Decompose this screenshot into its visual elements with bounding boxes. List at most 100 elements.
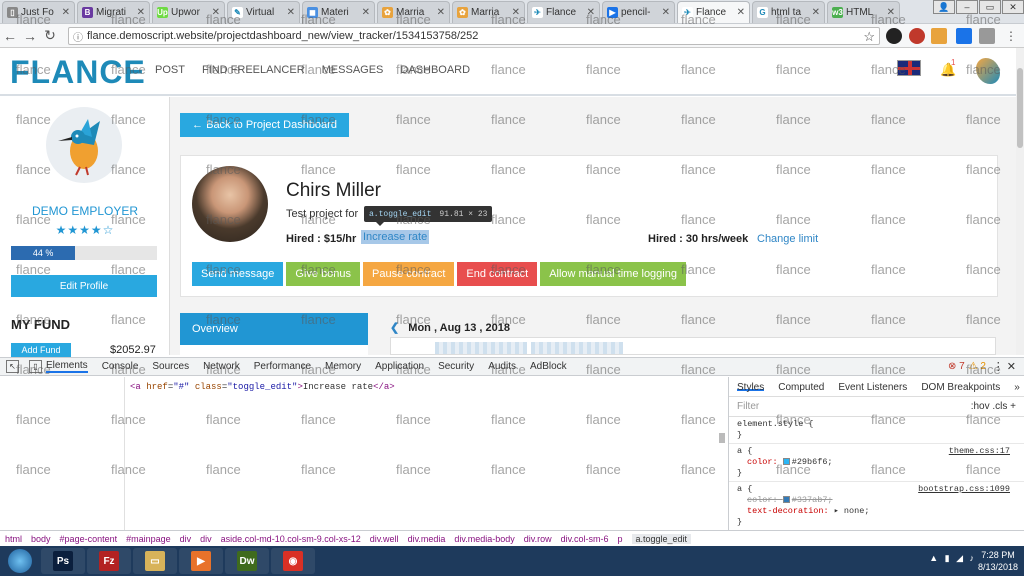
taskbar-app[interactable]: ▭ bbox=[133, 548, 177, 574]
browser-tab[interactable]: w3 HTML ✕ bbox=[827, 1, 900, 23]
color-swatch[interactable] bbox=[782, 496, 790, 504]
breadcrumb-item[interactable]: div bbox=[200, 534, 212, 544]
bookmark-star-icon[interactable]: ☆ bbox=[863, 29, 875, 45]
device-toggle-icon[interactable]: ▯ bbox=[29, 360, 42, 373]
inspect-icon[interactable]: ↖ bbox=[6, 360, 19, 373]
tab-close-icon[interactable]: ✕ bbox=[437, 7, 445, 18]
back-icon[interactable]: ← bbox=[0, 28, 20, 44]
css-rule[interactable]: a {theme.css:17 color: #29b6f6;} bbox=[729, 444, 1024, 482]
devtools-tab-application[interactable]: Application bbox=[375, 361, 424, 372]
breadcrumb-item[interactable]: body bbox=[31, 534, 51, 544]
taskbar-app[interactable]: Ps bbox=[41, 548, 85, 574]
browser-tab[interactable]: ✿ Marria ✕ bbox=[452, 1, 525, 23]
css-rule[interactable]: a {bootstrap.css:1099 color: #337ab7; text… bbox=[729, 482, 1024, 531]
extension-icon-2[interactable] bbox=[909, 28, 925, 44]
css-rule[interactable]: element.style {} bbox=[729, 417, 1024, 444]
devtools-tab-audits[interactable]: Audits bbox=[488, 361, 516, 372]
error-count[interactable]: ⊗ 7 ⚠ 2 bbox=[948, 361, 986, 372]
language-flag-icon[interactable] bbox=[897, 60, 921, 76]
styles-tab-styles[interactable]: Styles bbox=[737, 382, 765, 393]
breadcrumb-item[interactable]: div bbox=[180, 534, 192, 544]
close-window-button[interactable]: ✕ bbox=[1002, 0, 1024, 14]
tab-close-icon[interactable]: ✕ bbox=[212, 7, 220, 18]
breadcrumb-item[interactable]: aside.col-md-10.col-sm-9.col-xs-12 bbox=[221, 534, 361, 544]
tab-close-icon[interactable]: ✕ bbox=[512, 7, 520, 18]
css-property[interactable]: color: #29b6f6; bbox=[737, 457, 1016, 468]
change-limit-link[interactable]: Change limit bbox=[757, 233, 818, 245]
start-button[interactable] bbox=[0, 546, 40, 576]
increase-rate-link[interactable]: Increase rate bbox=[361, 230, 430, 244]
styles-tab-computed[interactable]: Computed bbox=[778, 382, 824, 393]
browser-tab[interactable]: ✈ Flance ✕ bbox=[527, 1, 600, 23]
extension-icon-4[interactable] bbox=[956, 28, 972, 44]
elements-scrollbar[interactable] bbox=[718, 379, 726, 527]
reload-icon[interactable]: ↻ bbox=[40, 27, 60, 44]
devtools-close-icon[interactable]: ⋮ ✕ bbox=[993, 360, 1016, 373]
devtools-tab-console[interactable]: Console bbox=[102, 361, 139, 372]
browser-tab[interactable]: ✿ Marria ✕ bbox=[377, 1, 450, 23]
url-field[interactable]: ⓘ flance.demoscript.website/projectdashb… bbox=[68, 27, 880, 45]
pause-contract-button[interactable]: Pause contract bbox=[363, 262, 455, 286]
tab-close-icon[interactable]: ✕ bbox=[587, 7, 595, 18]
devtools-tab-adblock[interactable]: AdBlock bbox=[530, 361, 567, 372]
extension-icon-3[interactable] bbox=[931, 28, 947, 44]
breadcrumb-item[interactable]: div.col-sm-6 bbox=[561, 534, 609, 544]
styles-tab-dom-breakpoints[interactable]: DOM Breakpoints bbox=[921, 382, 1000, 393]
taskbar-app[interactable]: Fz bbox=[87, 548, 131, 574]
breadcrumb-item[interactable]: div.media bbox=[408, 534, 446, 544]
breadcrumb-item[interactable]: html bbox=[5, 534, 22, 544]
breadcrumb-item[interactable]: #page-content bbox=[60, 534, 118, 544]
add-fund-button[interactable]: Add Fund bbox=[11, 343, 71, 357]
menu-icon[interactable]: ⋮ bbox=[1003, 28, 1019, 44]
edit-profile-button[interactable]: Edit Profile bbox=[11, 275, 157, 297]
screenshot-thumb[interactable] bbox=[531, 342, 623, 354]
tab-close-icon[interactable]: ✕ bbox=[362, 7, 370, 18]
css-source-link[interactable]: bootstrap.css:1099 bbox=[918, 484, 1010, 495]
taskbar-clock[interactable]: 7:28 PM 8/13/2018 bbox=[978, 549, 1018, 573]
forward-icon[interactable]: → bbox=[20, 28, 40, 44]
screenshot-thumb[interactable] bbox=[435, 342, 527, 354]
taskbar-app[interactable]: ◉ bbox=[271, 548, 315, 574]
browser-tab[interactable]: Up Upwor ✕ bbox=[152, 1, 225, 23]
devtools-tab-sources[interactable]: Sources bbox=[152, 361, 189, 372]
tab-close-icon[interactable]: ✕ bbox=[662, 7, 670, 18]
tab-close-icon[interactable]: ✕ bbox=[137, 7, 145, 18]
extension-icon-1[interactable] bbox=[886, 28, 902, 44]
user-avatar-icon[interactable] bbox=[976, 58, 1000, 84]
tab-close-icon[interactable]: ✕ bbox=[287, 7, 295, 18]
user-icon[interactable]: 👤 bbox=[933, 0, 955, 14]
cart-icon[interactable] bbox=[979, 28, 995, 44]
nav-post[interactable]: POST bbox=[155, 64, 185, 76]
browser-tab[interactable]: Ghtml ta ✕ bbox=[752, 1, 825, 23]
page-scrollbar[interactable] bbox=[1016, 48, 1024, 355]
nav-messages[interactable]: MESSAGES bbox=[322, 64, 384, 76]
end-contract-button[interactable]: End contract bbox=[457, 262, 538, 286]
browser-tab[interactable]: ✈ Flance ✕ bbox=[677, 1, 750, 23]
tab-close-icon[interactable]: ✕ bbox=[812, 7, 820, 18]
send-message-button[interactable]: Send message bbox=[192, 262, 284, 286]
give-bonus-button[interactable]: Give bonus bbox=[286, 262, 361, 286]
back-to-dashboard-button[interactable]: ← Back to Project Dashboard bbox=[180, 113, 349, 137]
breadcrumb-item[interactable]: div.row bbox=[524, 534, 552, 544]
browser-tab[interactable]: ▶ pencil- ✕ bbox=[602, 1, 675, 23]
browser-tab[interactable]: ◼ Materi ✕ bbox=[302, 1, 375, 23]
minimize-button[interactable]: ‒ bbox=[956, 0, 978, 14]
flance-logo[interactable]: FLANCE bbox=[10, 54, 146, 91]
breadcrumb-item[interactable]: div.media-body bbox=[454, 534, 514, 544]
nav-dashboard[interactable]: DASHBOARD bbox=[400, 64, 470, 76]
breadcrumb-item[interactable]: a.toggle_edit bbox=[631, 533, 692, 544]
system-tray-icons[interactable]: ▲ ▮ ◢ ♪ bbox=[929, 553, 976, 564]
devtools-tab-performance[interactable]: Performance bbox=[254, 361, 311, 372]
tab-close-icon[interactable]: ✕ bbox=[737, 7, 745, 18]
tab-close-icon[interactable]: ✕ bbox=[62, 7, 70, 18]
color-swatch[interactable] bbox=[782, 458, 790, 466]
browser-tab[interactable]: B Migrati ✕ bbox=[77, 1, 150, 23]
devtools-tab-network[interactable]: Network bbox=[203, 361, 240, 372]
css-property[interactable]: text-decoration: ▸ none; bbox=[737, 506, 1016, 517]
chevron-left-icon[interactable]: ❮ bbox=[390, 322, 399, 334]
taskbar-app[interactable]: ▶ bbox=[179, 548, 223, 574]
taskbar-app[interactable]: Dw bbox=[225, 548, 269, 574]
overview-tab[interactable]: Overview bbox=[180, 313, 368, 345]
css-property[interactable]: color: #337ab7; bbox=[737, 495, 1016, 506]
browser-tab[interactable]: ▯ Just Fo ✕ bbox=[2, 1, 75, 23]
